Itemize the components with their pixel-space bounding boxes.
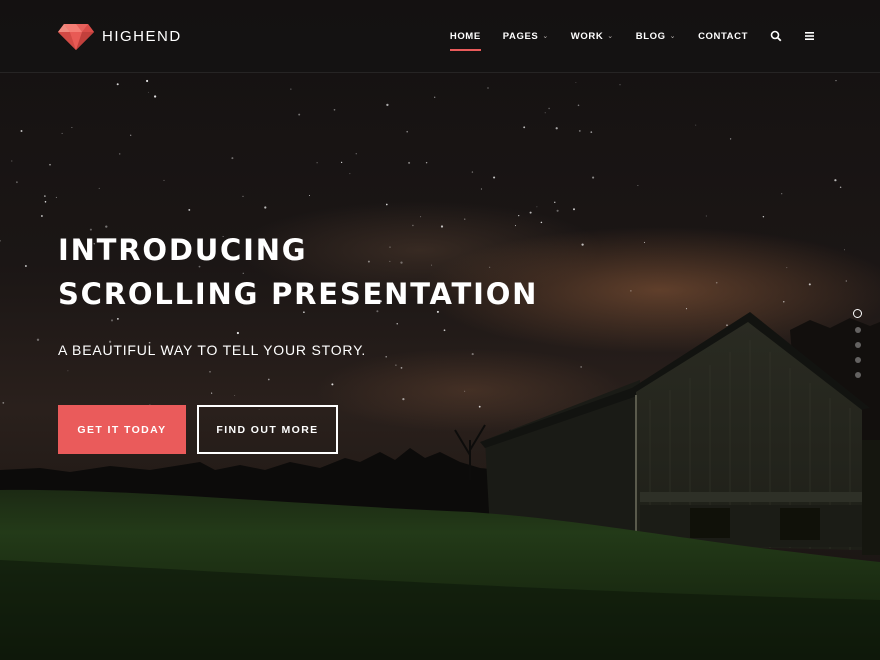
search-icon[interactable] [770, 30, 782, 42]
header-bar: HIGHEND HOME PAGES ⌄ WORK ⌄ BLOG ⌄ CONTA… [0, 0, 880, 73]
brand-logo[interactable]: HIGHEND [58, 22, 182, 50]
nav-item-contact[interactable]: CONTACT [698, 31, 748, 42]
chevron-down-icon: ⌄ [607, 33, 614, 40]
nav-item-label: PAGES [502, 30, 539, 42]
pagination-dot[interactable] [854, 372, 861, 378]
ruby-gem-icon [58, 24, 94, 50]
find-out-more-button[interactable]: FIND OUT MORE [197, 405, 338, 454]
brand-name: HIGHEND [102, 27, 182, 45]
nav-item-label: WORK [570, 30, 604, 42]
pagination-dot[interactable] [854, 327, 861, 333]
nav-item-label: BLOG [635, 30, 666, 42]
hero-actions: GET IT TODAY FIND OUT MORE [58, 405, 338, 454]
hero-slide: HIGHEND HOME PAGES ⌄ WORK ⌄ BLOG ⌄ CONTA… [0, 0, 880, 660]
nav-item-pages[interactable]: PAGES ⌄ [503, 31, 549, 42]
pagination-dot[interactable] [854, 342, 861, 348]
nav-item-blog[interactable]: BLOG ⌄ [636, 31, 676, 42]
nav-item-home[interactable]: HOME [449, 30, 481, 51]
menu-icon[interactable] [804, 30, 816, 42]
chevron-down-icon: ⌄ [542, 33, 549, 40]
nav-item-work[interactable]: WORK ⌄ [571, 31, 614, 42]
get-it-today-button[interactable]: GET IT TODAY [58, 405, 186, 454]
hero-title-line-1: INTRODUCING [58, 233, 308, 267]
pagination-dot[interactable] [853, 309, 862, 318]
hero-title: INTRODUCING SCROLLING PRESENTATION [58, 228, 578, 316]
nav-item-label: HOME [449, 30, 481, 42]
chevron-down-icon: ⌄ [669, 33, 677, 40]
nav-item-label: CONTACT [698, 30, 748, 42]
main-navigation: HOME PAGES ⌄ WORK ⌄ BLOG ⌄ CONTACT [449, 0, 816, 72]
pagination-dot[interactable] [854, 357, 861, 363]
hero-title-line-2: SCROLLING PRESENTATION [58, 277, 539, 311]
slide-pagination [853, 309, 862, 378]
hero-content: INTRODUCING SCROLLING PRESENTATION A BEA… [58, 228, 578, 358]
hero-subtitle: A BEAUTIFUL WAY TO TELL YOUR STORY. [58, 342, 367, 358]
